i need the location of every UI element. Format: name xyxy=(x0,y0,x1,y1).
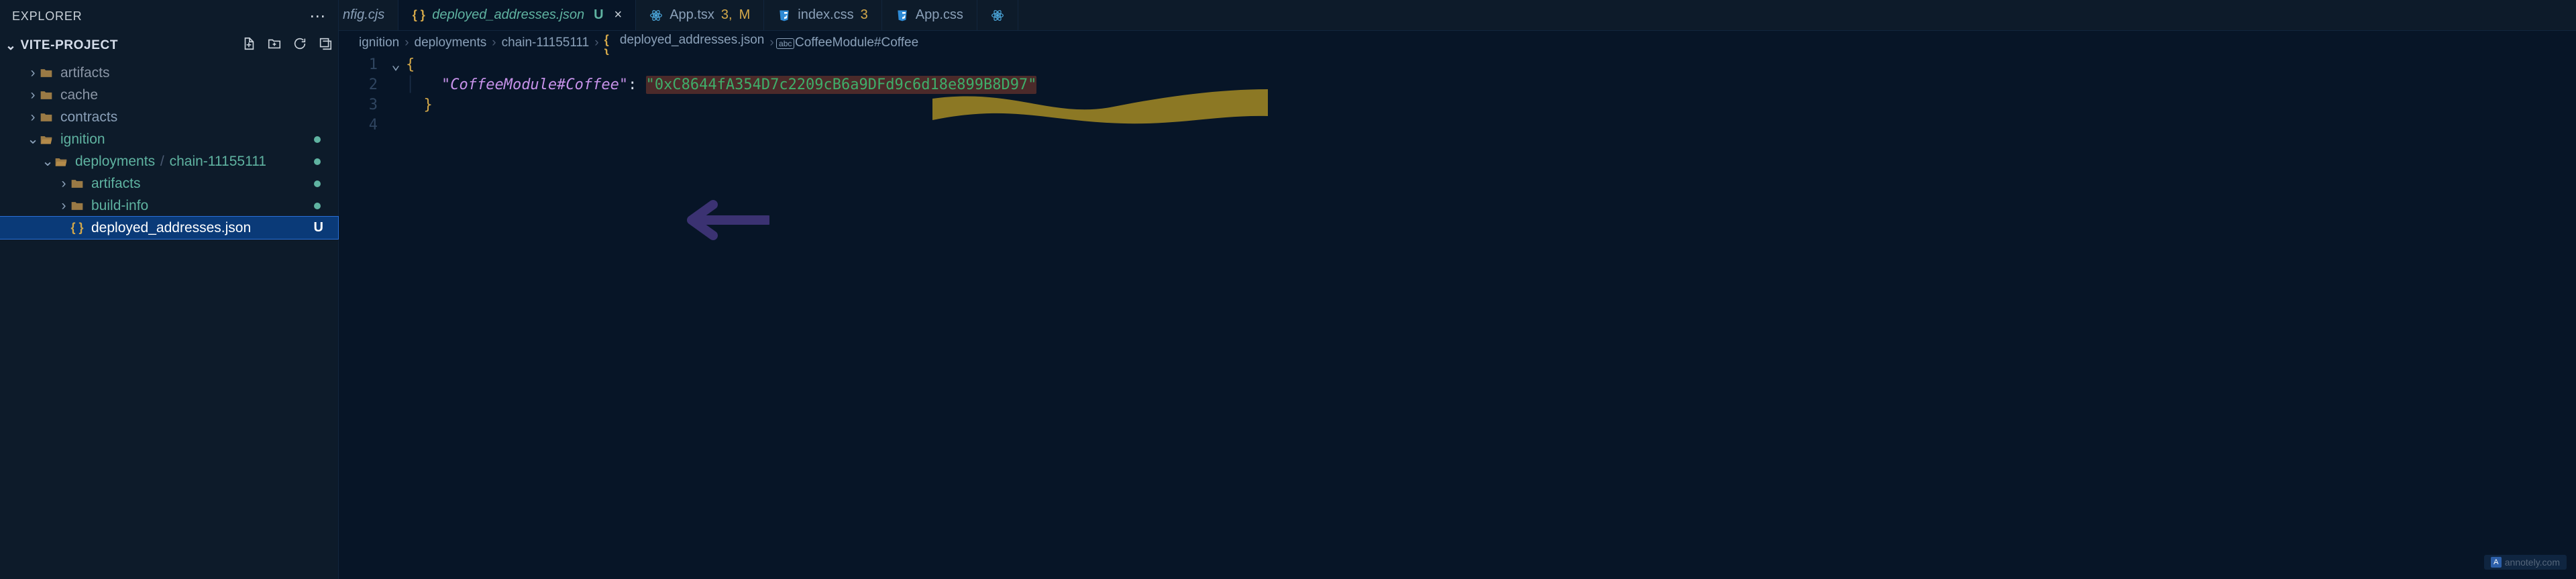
tab-git-status: U xyxy=(594,7,603,23)
chevron-icon: › xyxy=(27,87,39,103)
file-tree-item[interactable]: › artifacts xyxy=(0,62,338,84)
project-actions xyxy=(241,36,333,55)
breadcrumb-label: chain-11155111 xyxy=(502,36,590,50)
breadcrumb-separator-icon: › xyxy=(594,36,598,50)
folder-icon xyxy=(39,111,54,124)
file-tree-item[interactable]: ⌄ ignition xyxy=(0,128,338,150)
chevron-icon: › xyxy=(27,65,39,81)
tab-label: App.css xyxy=(916,7,963,23)
breadcrumb-label: deployed_addresses.json xyxy=(620,33,765,47)
folder-icon xyxy=(70,177,85,191)
breadcrumb-item[interactable]: ignition xyxy=(359,36,399,50)
watermark: A annotely.com xyxy=(2484,555,2567,570)
folder-icon xyxy=(70,199,85,213)
git-status-letter: U xyxy=(314,220,323,235)
explorer-more-icon[interactable]: ⋯ xyxy=(309,7,326,26)
chevron-icon: › xyxy=(58,198,70,214)
tab[interactable]: nfig.cjs xyxy=(339,0,398,30)
chevron-icon: ⌄ xyxy=(27,131,39,148)
tree-item-label: ignition xyxy=(60,131,105,148)
code-editor[interactable]: 1 2 3 4 ⌄ { │ "CoffeeModule#Coffee": "0x… xyxy=(339,55,2576,579)
tab-label: index.css xyxy=(798,7,853,23)
json-file-icon: { } xyxy=(412,9,425,22)
tab[interactable]: App.tsx 3, M xyxy=(636,0,764,30)
chevron-icon: › xyxy=(27,109,39,125)
json-file-icon: { } xyxy=(70,221,85,235)
file-tree: › artifacts › cache › contracts ⌄ ignition ⌄ depl… xyxy=(0,59,338,579)
chevron-icon: › xyxy=(58,176,70,192)
breadcrumb-label: CoffeeModule#Coffee xyxy=(795,36,918,50)
tab-bar: nfig.cjs { } deployed_addresses.json U × App.… xyxy=(339,0,2576,31)
file-tree-item[interactable]: › contracts xyxy=(0,106,338,128)
tab-label: deployed_addresses.json xyxy=(432,7,584,23)
file-tree-item-selected[interactable]: { } deployed_addresses.json U xyxy=(0,217,338,239)
fold-chevron-icon[interactable]: ⌄ xyxy=(386,55,406,75)
tree-item-label: contracts xyxy=(60,109,117,125)
json-file-icon: { } xyxy=(604,41,616,53)
tab-label: App.tsx xyxy=(669,7,714,23)
tab[interactable]: App.css xyxy=(882,0,977,30)
tree-item-label: deployed_addresses.json xyxy=(91,220,251,236)
code-body: { │ "CoffeeModule#Coffee": "0xC8644fA354… xyxy=(406,55,2576,579)
breadcrumb-item[interactable]: abc CoffeeModule#Coffee xyxy=(780,36,918,50)
tree-item-label: build-info xyxy=(91,198,148,214)
git-modified-dot-icon xyxy=(314,203,321,209)
tab[interactable] xyxy=(977,0,1018,30)
explorer-header: EXPLORER ⋯ xyxy=(0,0,338,32)
file-tree-item[interactable]: › cache xyxy=(0,84,338,106)
folder-open-icon xyxy=(39,133,54,146)
fold-column: ⌄ xyxy=(386,55,406,579)
project-name: VITE-PROJECT xyxy=(21,38,119,53)
folder-icon xyxy=(39,66,54,80)
chevron-icon: ⌄ xyxy=(42,153,54,170)
file-tree-item[interactable]: › build-info xyxy=(0,195,338,217)
breadcrumb-separator-icon: › xyxy=(405,36,409,50)
react-file-icon xyxy=(991,9,1004,22)
tree-item-label: artifacts xyxy=(91,176,141,192)
tab-modified-badge: M xyxy=(739,7,751,23)
git-modified-dot-icon xyxy=(314,180,321,187)
tree-item-label: artifacts xyxy=(60,65,110,81)
breadcrumb: ignition › deployments › chain-11155111 › { } … xyxy=(339,31,2576,55)
new-file-icon[interactable] xyxy=(241,36,256,55)
symbol-string-icon: abc xyxy=(780,38,792,50)
json-value: "0xC8644fA354D7c2209cB6a9DFd9c6d18e899B8… xyxy=(646,76,1037,94)
git-modified-dot-icon xyxy=(314,136,321,143)
close-icon[interactable]: × xyxy=(614,7,623,23)
react-file-icon xyxy=(649,9,663,22)
explorer-sidebar: EXPLORER ⋯ ⌄ VITE-PROJECT › artifacts › cac… xyxy=(0,0,339,579)
folder-icon xyxy=(39,89,54,102)
watermark-text: annotely.com xyxy=(2505,557,2560,568)
tab-label: nfig.cjs xyxy=(343,7,384,23)
line-gutter: 1 2 3 4 xyxy=(339,55,386,579)
breadcrumb-label: deployments xyxy=(415,36,487,50)
git-modified-dot-icon xyxy=(314,158,321,165)
chevron-down-icon: ⌄ xyxy=(5,38,17,54)
breadcrumb-item[interactable]: chain-11155111 xyxy=(502,36,590,50)
tab-active[interactable]: { } deployed_addresses.json U × xyxy=(398,0,636,30)
editor-area: nfig.cjs { } deployed_addresses.json U × App.… xyxy=(339,0,2576,579)
refresh-icon[interactable] xyxy=(292,36,307,55)
tab[interactable]: index.css 3 xyxy=(764,0,882,30)
file-tree-item[interactable]: ⌄ deployments / chain-11155111 xyxy=(0,150,338,172)
breadcrumb-item[interactable]: deployments xyxy=(415,36,487,50)
explorer-title: EXPLORER xyxy=(12,9,82,23)
css-file-icon xyxy=(777,9,791,22)
breadcrumb-separator-icon: › xyxy=(769,36,773,50)
new-folder-icon[interactable] xyxy=(267,36,282,55)
css-file-icon xyxy=(896,9,909,22)
file-tree-item[interactable]: › artifacts xyxy=(0,172,338,195)
collapse-all-icon[interactable] xyxy=(318,36,333,55)
watermark-logo-icon: A xyxy=(2491,557,2502,568)
tree-item-label: deployments / chain-11155111 xyxy=(75,154,266,170)
tree-item-label: cache xyxy=(60,87,98,103)
tab-problems-count: 3 xyxy=(861,7,868,23)
breadcrumb-item[interactable]: { } deployed_addresses.json xyxy=(604,33,765,53)
folder-open-icon xyxy=(54,155,68,168)
project-header[interactable]: ⌄ VITE-PROJECT xyxy=(0,32,338,59)
json-key: "CoffeeModule#Coffee" xyxy=(441,76,628,93)
breadcrumb-separator-icon: › xyxy=(492,36,496,50)
tab-problems-count: 3, xyxy=(721,7,733,23)
breadcrumb-label: ignition xyxy=(359,36,399,50)
